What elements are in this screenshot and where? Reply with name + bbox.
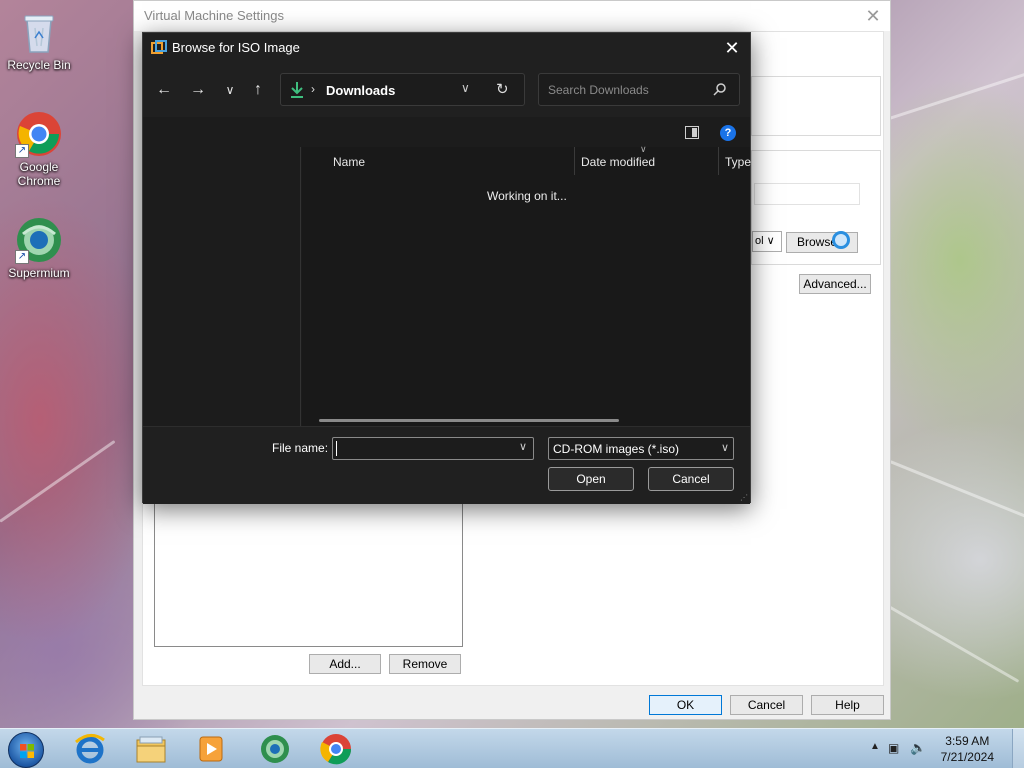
start-button[interactable] [8, 732, 44, 768]
open-button-label: Open [576, 472, 606, 486]
file-type-selected: CD-ROM images (*.iso) [553, 442, 680, 456]
column-header-type[interactable]: Type [725, 155, 751, 169]
search-box[interactable]: Search Downloads [538, 73, 740, 106]
recycle-bin-icon [15, 8, 63, 56]
file-name-history-chevron-icon[interactable]: ∨ [519, 440, 527, 453]
system-tray: ▲ ▣ 🔈 3:59 AM 7/21/2024 [864, 729, 1024, 768]
recent-locations-chevron-icon[interactable]: ∨ [218, 80, 242, 102]
resize-grip-icon[interactable]: ⋰ [740, 494, 748, 502]
loading-status: Working on it... [487, 189, 567, 203]
add-button[interactable]: Add... [309, 654, 381, 674]
desktop-icon-label: Supermium [8, 266, 70, 280]
dialog-cancel-button-label: Cancel [672, 472, 710, 486]
advanced-button-label: Advanced... [803, 277, 867, 291]
advanced-button[interactable]: Advanced... [799, 274, 871, 294]
ok-button-label: OK [676, 698, 695, 712]
search-placeholder: Search Downloads [548, 83, 649, 97]
column-header-date-modified[interactable]: Date modified [581, 155, 655, 169]
back-arrow-icon[interactable]: ← [152, 80, 176, 102]
iso-path-combo[interactable] [754, 183, 860, 205]
navigation-bar: ← → ∨ ↑ › Downloads ∨ ↻ Search Downloads [143, 63, 750, 117]
ok-button[interactable]: OK [649, 695, 722, 715]
volume-icon[interactable]: 🔈 [910, 740, 926, 756]
taskbar: ▲ ▣ 🔈 3:59 AM 7/21/2024 [0, 728, 1024, 768]
column-divider[interactable] [718, 147, 719, 175]
add-button-label: Add... [329, 657, 361, 671]
connection-type-select[interactable]: ol ∨ [752, 231, 782, 252]
shortcut-arrow-icon: ↗ [15, 144, 29, 158]
clock-time: 3:59 AM [945, 734, 990, 748]
column-divider[interactable] [574, 147, 575, 175]
file-name-input[interactable] [332, 437, 534, 460]
device-status-panel [751, 76, 881, 136]
hardware-list[interactable] [154, 502, 463, 647]
supermium-icon[interactable] [255, 732, 295, 766]
dialog-cancel-button[interactable]: Cancel [648, 467, 734, 491]
horizontal-scrollbar[interactable] [319, 419, 619, 422]
internet-explorer-icon[interactable] [70, 732, 110, 766]
chrome-icon: ↗ [15, 110, 63, 158]
cancel-button-label: Cancel [747, 698, 786, 712]
chrome-icon[interactable] [316, 732, 356, 766]
remove-button-label: Remove [402, 657, 448, 671]
breadcrumb-separator-icon: › [311, 82, 315, 96]
downloads-icon [289, 81, 305, 99]
forward-arrow-icon[interactable]: → [186, 80, 210, 102]
busy-cursor-icon [832, 231, 850, 249]
network-icon[interactable]: ▣ [888, 741, 899, 755]
open-button[interactable]: Open [548, 467, 634, 491]
vm-settings-title: Virtual Machine Settings [134, 1, 890, 31]
vmware-icon [151, 40, 167, 56]
address-history-chevron-icon[interactable]: ∨ [461, 81, 470, 95]
dialog-titlebar: Browse for ISO Image ✕ [143, 33, 750, 63]
help-button[interactable]: Help [811, 695, 884, 715]
file-type-select[interactable]: CD-ROM images (*.iso) ∨ [548, 437, 734, 460]
desktop-icon-label: Google Chrome [17, 160, 61, 188]
desktop-icon-recycle-bin[interactable]: Recycle Bin [1, 8, 77, 72]
file-name-label: File name: [272, 441, 329, 455]
vm-close-button[interactable]: ✕ [862, 5, 884, 27]
desktop-icon-supermium[interactable]: ↗ Supermium [1, 216, 77, 280]
up-arrow-icon[interactable]: ↑ [246, 80, 270, 102]
address-bar[interactable]: › Downloads ∨ ↻ [280, 73, 525, 106]
browse-iso-dialog: Browse for ISO Image ✕ ← → ∨ ↑ › Downloa… [142, 32, 751, 504]
command-bar: ? [143, 117, 750, 147]
desktop-icon-chrome[interactable]: ↗ Google Chrome [1, 110, 77, 188]
supermium-icon: ↗ [15, 216, 63, 264]
remove-button[interactable]: Remove [389, 654, 461, 674]
clock[interactable]: 3:59 AM 7/21/2024 [941, 733, 994, 765]
help-icon[interactable]: ? [720, 125, 736, 141]
desktop-icon-label: Recycle Bin [7, 58, 71, 72]
file-explorer-icon[interactable] [131, 732, 171, 766]
shortcut-arrow-icon: ↗ [15, 250, 29, 264]
preview-pane-icon[interactable] [685, 126, 699, 139]
column-header-name[interactable]: Name [333, 155, 365, 169]
file-list[interactable]: Name ∨ Date modified Type Working on it.… [302, 144, 751, 426]
refresh-icon[interactable]: ↻ [496, 80, 509, 98]
show-desktop-button[interactable] [1012, 729, 1024, 768]
help-button-label: Help [835, 698, 860, 712]
clock-date: 7/21/2024 [940, 750, 994, 764]
search-icon[interactable] [713, 82, 727, 96]
show-hidden-icons-icon[interactable]: ▲ [870, 741, 880, 752]
dialog-title: Browse for ISO Image [172, 40, 300, 55]
windows-logo-icon [19, 743, 35, 759]
sort-chevron-icon: ∨ [640, 144, 647, 154]
dialog-footer: File name: ∨ CD-ROM images (*.iso) ∨ Ope… [143, 426, 750, 504]
media-player-icon[interactable] [191, 732, 231, 766]
text-caret [336, 441, 337, 456]
navigation-pane[interactable] [143, 147, 301, 426]
dialog-close-button[interactable]: ✕ [718, 36, 746, 60]
file-type-chevron-icon: ∨ [720, 442, 729, 454]
cancel-button[interactable]: Cancel [730, 695, 803, 715]
address-location[interactable]: Downloads [326, 83, 395, 98]
